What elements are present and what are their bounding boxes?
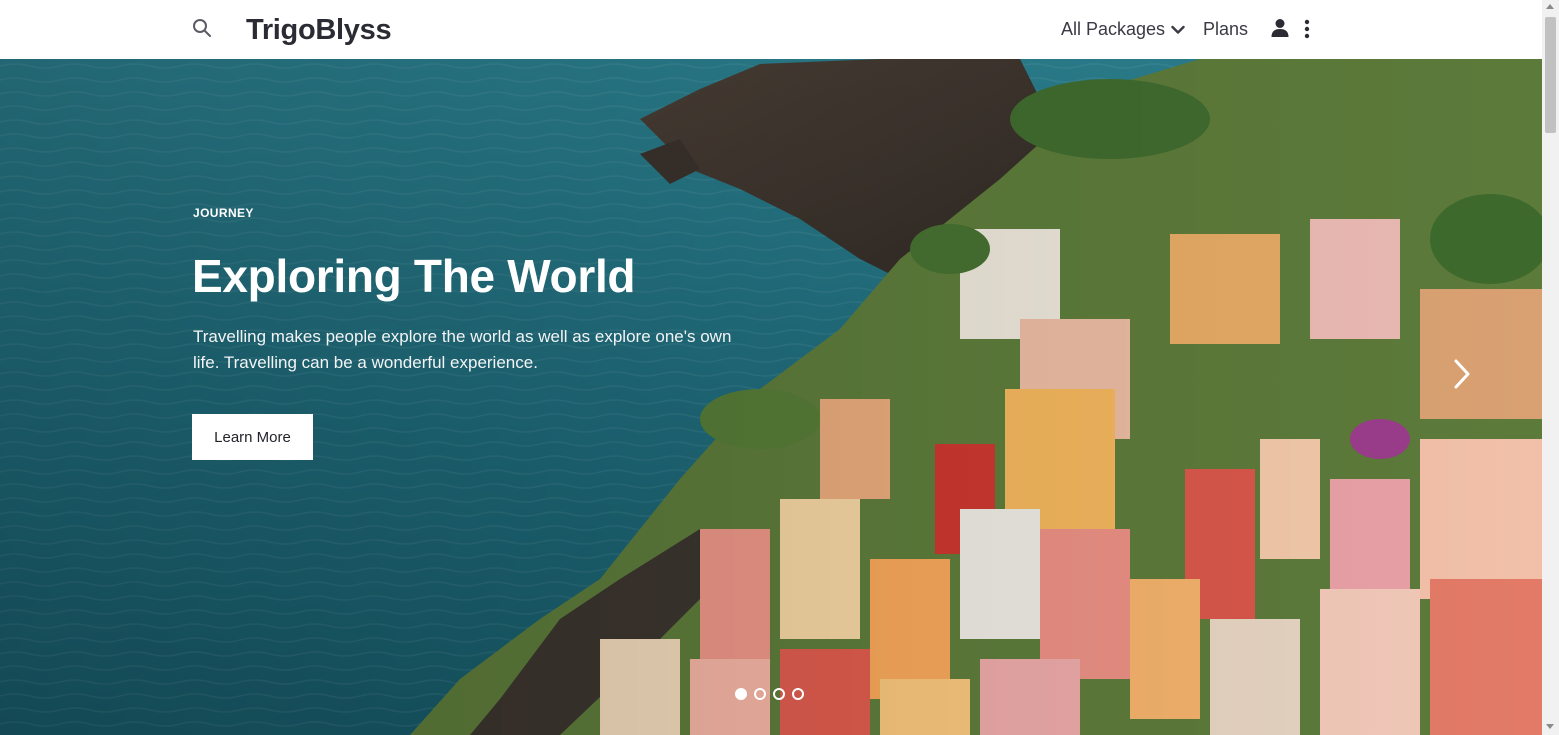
hero-title: Exploring The World — [192, 250, 636, 302]
scroll-thumb[interactable] — [1545, 17, 1556, 133]
hero-carousel: JOURNEY Exploring The World Travelling m… — [0, 59, 1542, 735]
nav-all-packages[interactable]: All Packages — [1061, 18, 1185, 40]
chevron-right-icon[interactable] — [1448, 357, 1476, 391]
site-header: TrigoBlyss All Packages Plans — [0, 0, 1542, 59]
nav-all-packages-label: All Packages — [1061, 19, 1166, 39]
hero-kicker: JOURNEY — [193, 206, 254, 220]
learn-more-button[interactable]: Learn More — [192, 414, 313, 460]
scroll-down-arrow[interactable] — [1546, 724, 1554, 729]
hero-description: Travelling makes people explore the worl… — [193, 327, 732, 372]
scroll-up-arrow[interactable] — [1546, 4, 1554, 9]
carousel-dot-2[interactable] — [754, 688, 766, 700]
hero-overlay — [0, 59, 1542, 735]
user-icon[interactable] — [1270, 18, 1290, 38]
nav-plans[interactable]: Plans — [1203, 18, 1248, 40]
carousel-dot-3[interactable] — [773, 688, 785, 700]
search-icon[interactable] — [192, 18, 212, 38]
vertical-dots-icon[interactable] — [1300, 19, 1314, 39]
carousel-dot-4[interactable] — [792, 688, 804, 700]
page-scrollbar[interactable] — [1542, 0, 1559, 735]
carousel-dot-1[interactable] — [735, 688, 747, 700]
chevron-down-icon — [1171, 18, 1185, 40]
carousel-indicators — [735, 688, 804, 700]
site-logo[interactable]: TrigoBlyss — [246, 13, 392, 47]
